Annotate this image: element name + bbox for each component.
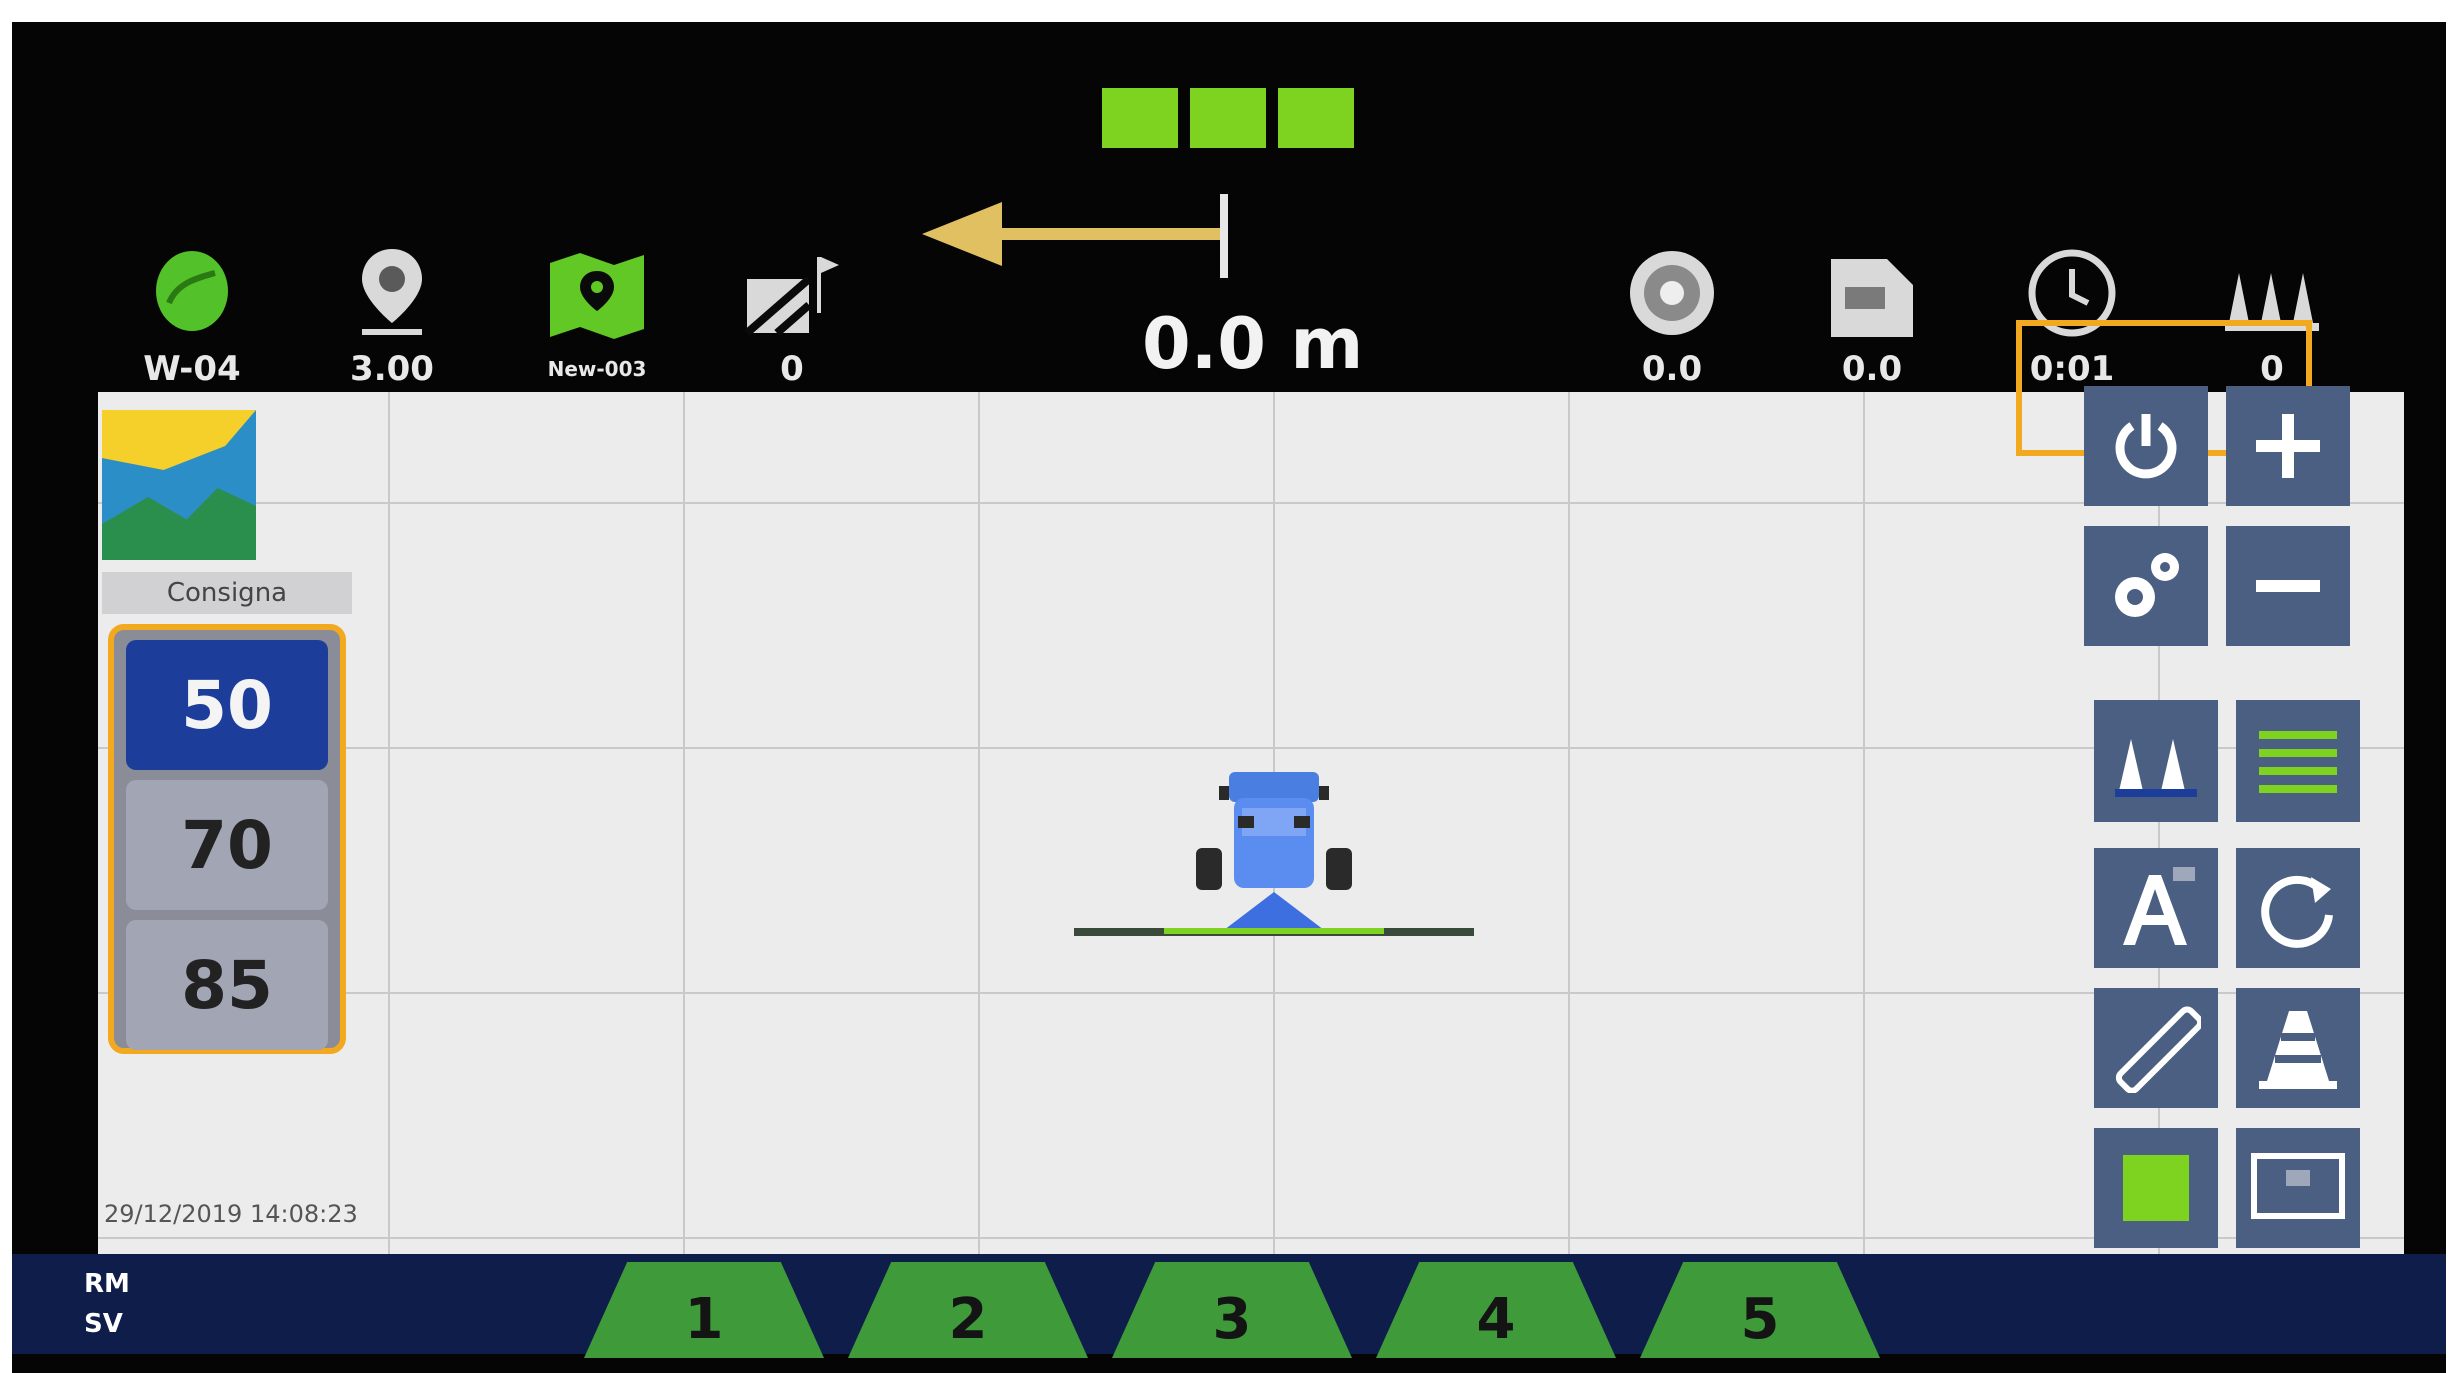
stat-area-value: 0.0 xyxy=(1841,349,1903,389)
minimap[interactable] xyxy=(102,410,256,560)
map-timestamp: 29/12/2019 14:08:23 xyxy=(104,1200,358,1228)
guidance-status-blocks xyxy=(1102,88,1354,148)
auto-a-icon xyxy=(2123,867,2195,945)
stat-area[interactable]: 0.0 xyxy=(1802,227,1942,389)
settings-button[interactable] xyxy=(2084,526,2208,646)
mode-line-2: SV xyxy=(84,1309,123,1339)
stat-field-path-value: 0 xyxy=(780,349,804,389)
section-1[interactable]: 1 xyxy=(584,1262,824,1358)
mode-indicator: RM SV xyxy=(84,1264,130,1344)
section-5[interactable]: 5 xyxy=(1640,1262,1880,1358)
minus-icon xyxy=(2256,580,2320,592)
location-pin-icon xyxy=(352,227,432,343)
zoom-in-button[interactable] xyxy=(2226,386,2350,506)
reset-angle-button[interactable] xyxy=(2236,848,2360,968)
field-path-icon xyxy=(737,227,847,343)
status-block xyxy=(1102,88,1178,148)
mode-line-1: RM xyxy=(84,1269,130,1299)
terminal-screen: W-04 3.00 New-003 0 0.0 m 0.0 0.0 0:01 0… xyxy=(12,22,2446,1373)
plus-icon xyxy=(2256,414,2320,478)
stat-speed[interactable]: 0.0 xyxy=(1602,227,1742,389)
minimap-green-zone xyxy=(102,488,256,560)
section-status-button[interactable] xyxy=(2094,1128,2218,1248)
speed-disc-icon xyxy=(1622,227,1722,343)
measure-button[interactable] xyxy=(2094,988,2218,1108)
consigne-option-50[interactable]: 50 xyxy=(126,640,328,770)
stat-field-path[interactable]: 0 xyxy=(722,227,862,389)
field-icon xyxy=(147,227,237,343)
guidance-lines-button[interactable] xyxy=(2236,700,2360,822)
row-mode-button[interactable] xyxy=(2094,700,2218,822)
status-block xyxy=(1190,88,1266,148)
section-3[interactable]: 3 xyxy=(1112,1262,1352,1358)
field-map-icon xyxy=(542,227,652,343)
rotate-icon xyxy=(2261,875,2333,948)
green-square-icon xyxy=(2123,1155,2189,1221)
power-button[interactable] xyxy=(2084,386,2208,506)
stat-speed-value: 0.0 xyxy=(1641,349,1703,389)
consigne-title: Consigna xyxy=(102,572,352,614)
stat-location[interactable]: 3.00 xyxy=(322,227,462,389)
consigne-option-85[interactable]: 85 xyxy=(126,920,328,1050)
consigne-panel: Consigna 50 70 85 xyxy=(102,572,352,1057)
consigne-list: 50 70 85 xyxy=(108,624,346,1054)
minimap-yellow-zone xyxy=(102,410,256,470)
zoom-out-button[interactable] xyxy=(2226,526,2350,646)
field-map[interactable]: Consigna 50 70 85 29/12/2019 14:08:23 xyxy=(98,392,2404,1254)
gears-icon xyxy=(2115,553,2179,617)
screen-icon xyxy=(2251,1153,2345,1219)
consigne-option-70[interactable]: 70 xyxy=(126,780,328,910)
section-4[interactable]: 4 xyxy=(1376,1262,1616,1358)
tractor-icon xyxy=(1074,772,1474,936)
cone-button[interactable] xyxy=(2236,988,2360,1108)
area-icon xyxy=(1817,227,1927,343)
cone-icon xyxy=(2259,1011,2337,1089)
guidance-arrow-icon xyxy=(922,194,1228,278)
section-control-bar: RM SV 1 2 3 4 5 xyxy=(12,1254,2446,1358)
stat-field-map-value: New-003 xyxy=(547,357,647,381)
cross-track-distance: 0.0 m xyxy=(1142,303,1364,385)
stat-field-value: W-04 xyxy=(143,349,241,389)
stat-field-map[interactable]: New-003 xyxy=(527,227,667,389)
status-block xyxy=(1278,88,1354,148)
section-2[interactable]: 2 xyxy=(848,1262,1088,1358)
stat-location-value: 3.00 xyxy=(350,349,434,389)
rows-icon xyxy=(2115,739,2197,797)
auto-button[interactable] xyxy=(2094,848,2218,968)
display-button[interactable] xyxy=(2236,1128,2360,1248)
power-icon xyxy=(2115,414,2177,479)
ruler-icon xyxy=(2115,1006,2201,1093)
lines-icon xyxy=(2259,731,2337,793)
stat-field[interactable]: W-04 xyxy=(122,227,262,389)
